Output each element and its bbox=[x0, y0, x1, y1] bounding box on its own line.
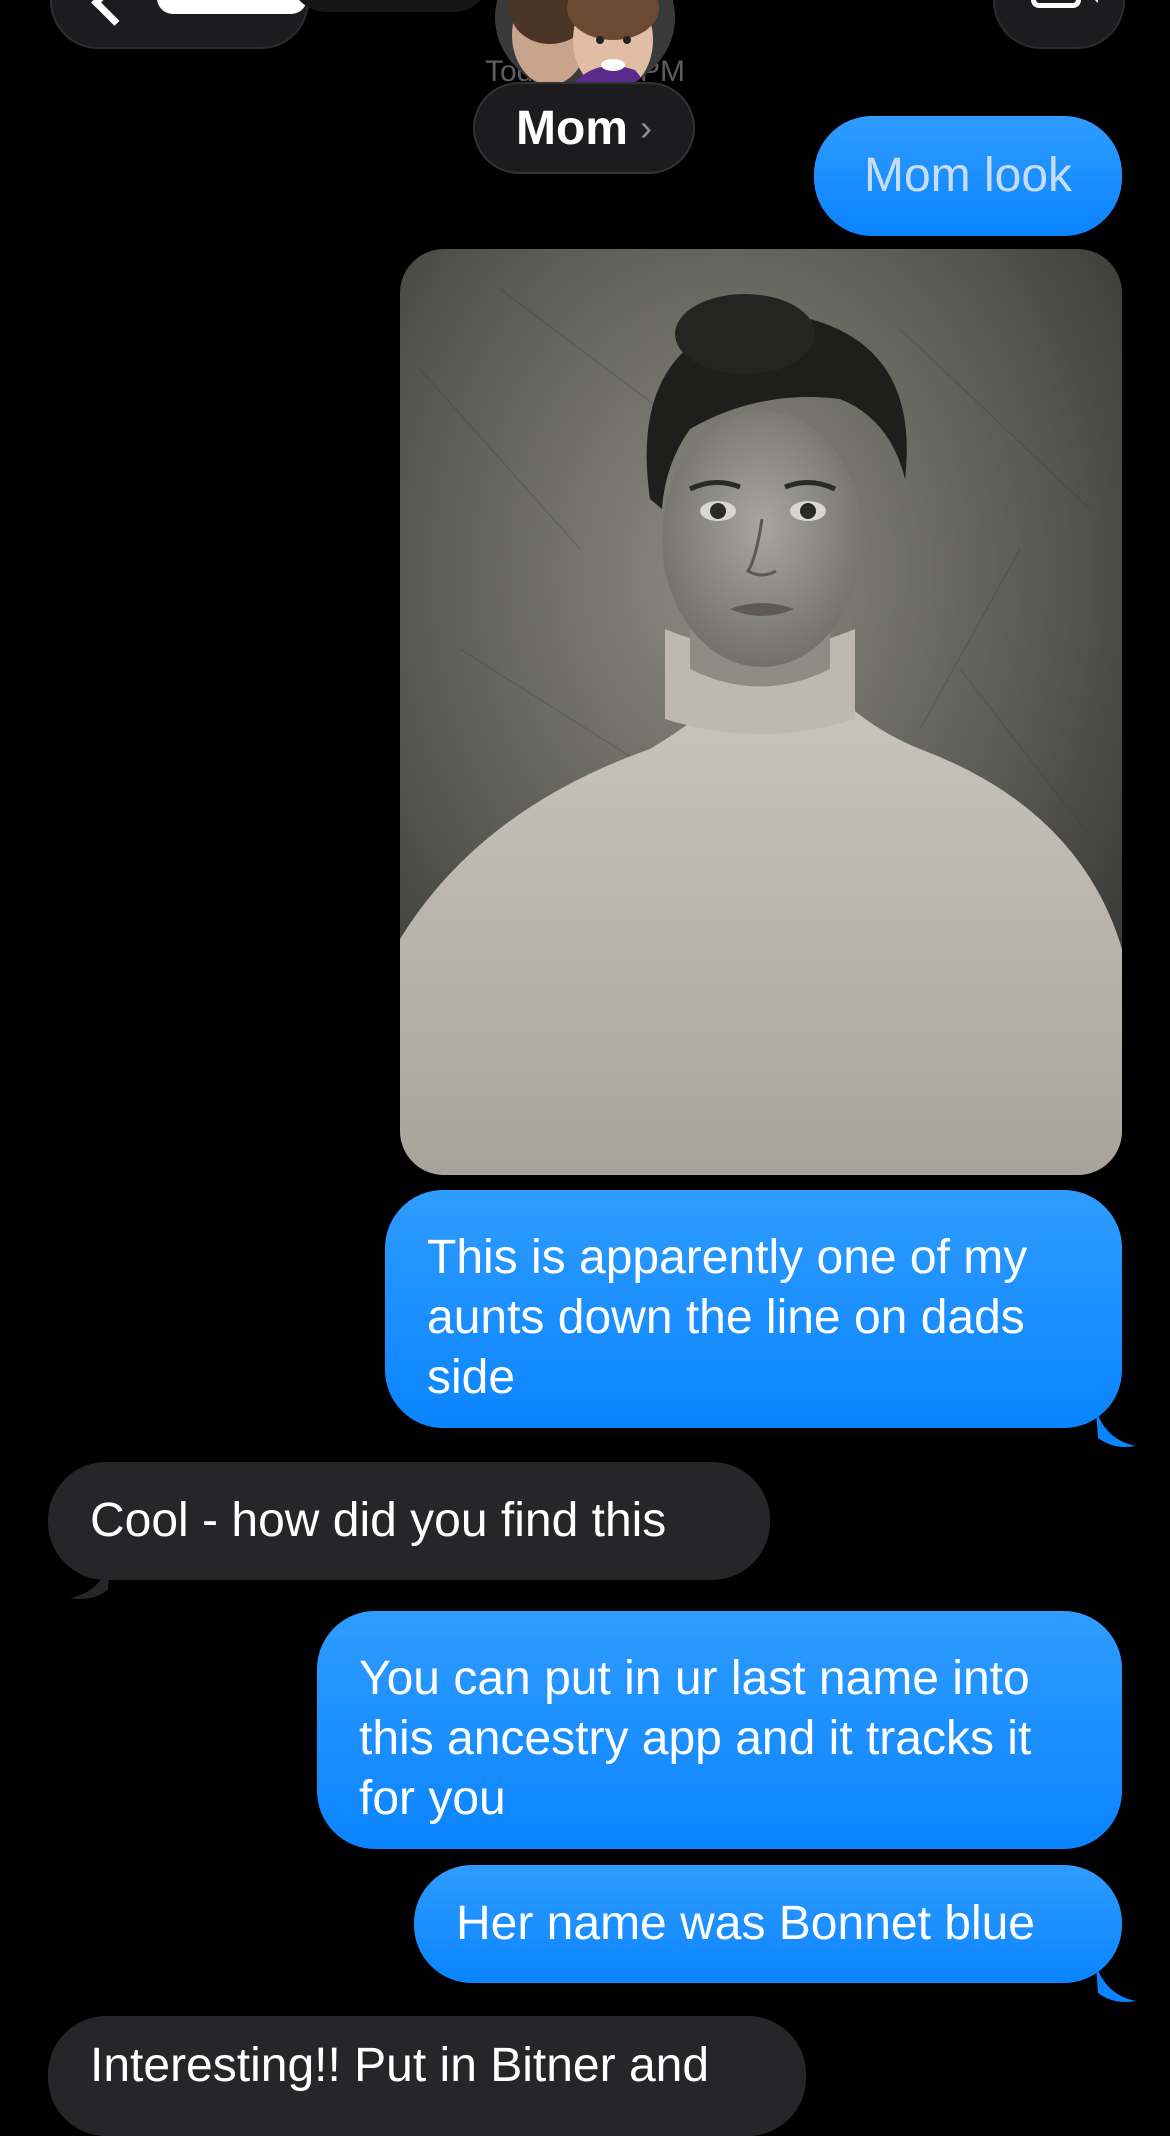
message-bubble-received[interactable]: Cool - how did you find this bbox=[48, 1462, 770, 1599]
message-bubble-sent[interactable]: Mom look bbox=[814, 116, 1122, 236]
bubble-tail-icon bbox=[70, 1562, 110, 1599]
message-text: Interesting!! Put in Bitner and bbox=[90, 2039, 710, 2092]
unread-badge bbox=[157, 0, 307, 14]
facetime-button[interactable] bbox=[993, 0, 1125, 49]
contact-name: Mom bbox=[516, 101, 628, 155]
chevron-right-icon: › bbox=[639, 107, 652, 148]
message-text: Cool - how did you find this bbox=[90, 1494, 667, 1547]
message-text: Mom look bbox=[863, 149, 1073, 202]
bubble-tail-icon bbox=[1096, 1965, 1136, 2002]
message-bubble-sent[interactable]: This is apparently one of my aunts down … bbox=[385, 1190, 1136, 1447]
back-button[interactable] bbox=[50, 0, 309, 49]
message-bubble-sent[interactable]: You can put in ur last name into this an… bbox=[317, 1611, 1122, 1849]
status-pill bbox=[290, 0, 490, 12]
message-text: Her name was Bonnet blue bbox=[456, 1897, 1035, 1950]
contact-name-button[interactable]: Mom › bbox=[473, 82, 695, 174]
bubble-tail-icon bbox=[1096, 1410, 1136, 1447]
message-photo[interactable] bbox=[400, 249, 1122, 1175]
video-camera-icon bbox=[1031, 0, 1098, 8]
message-text: This is apparently one of my aunts down … bbox=[427, 1231, 1028, 1404]
chevron-left-icon bbox=[91, 0, 138, 26]
message-bubble-sent[interactable]: Her name was Bonnet blue bbox=[414, 1865, 1136, 2002]
message-bubble-received[interactable]: Interesting!! Put in Bitner and bbox=[48, 2016, 806, 2136]
message-text: You can put in ur last name into this an… bbox=[359, 1652, 1032, 1825]
